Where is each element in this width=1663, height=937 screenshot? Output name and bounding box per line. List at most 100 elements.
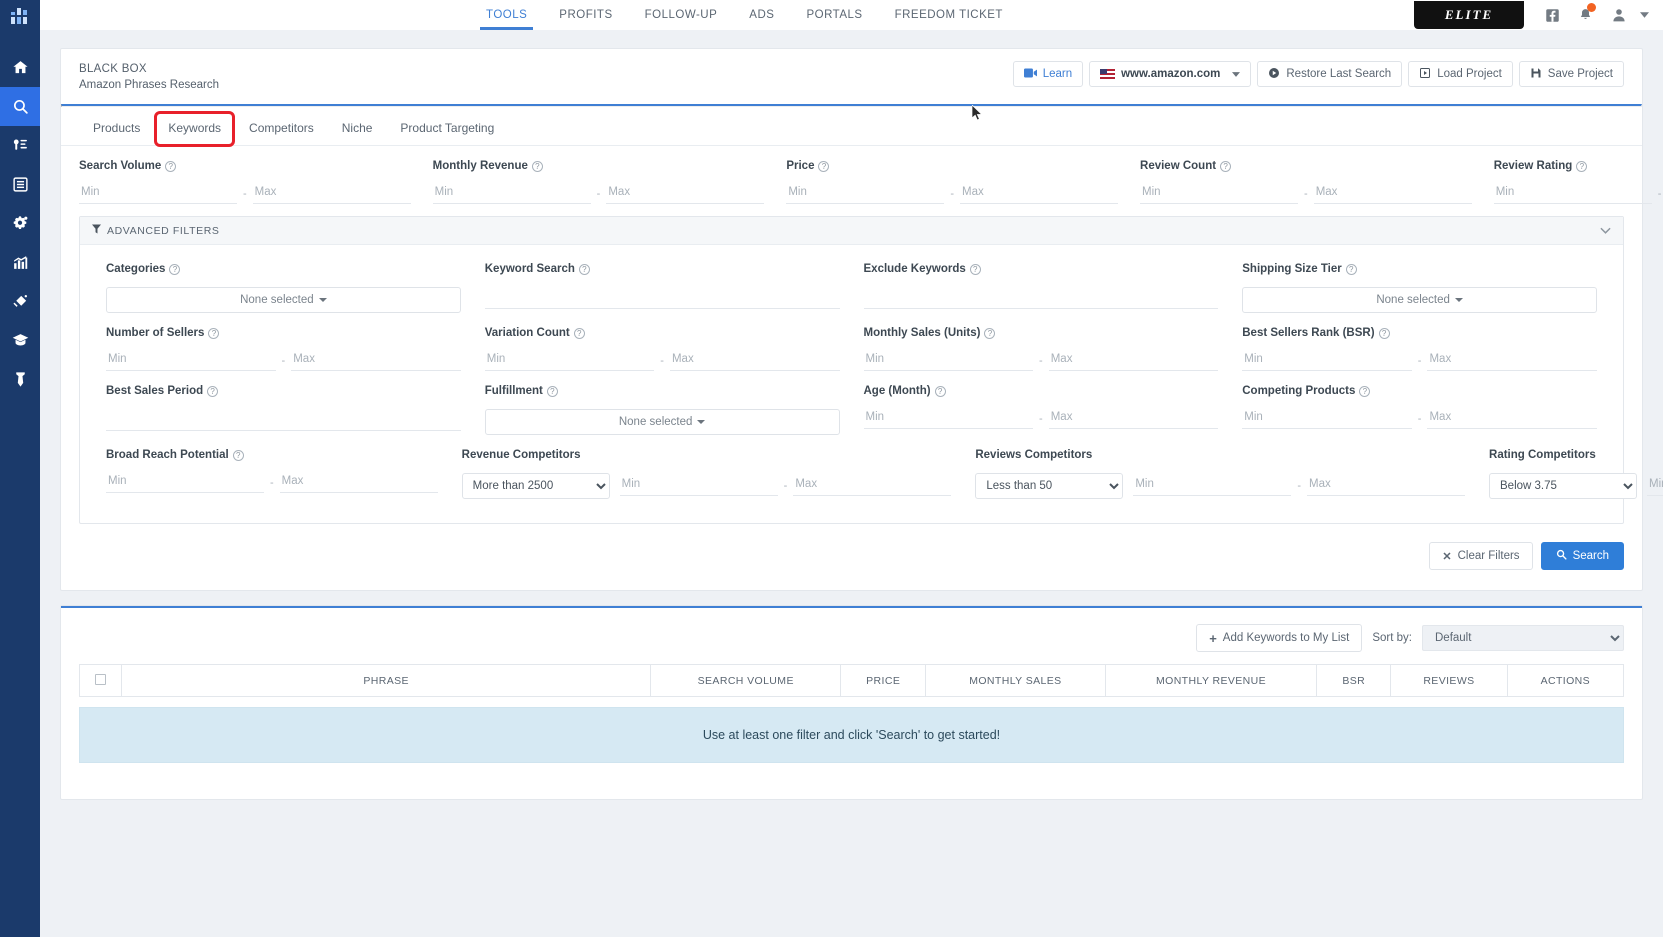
sidebar-item-pinned[interactable] [0,360,40,399]
min-input[interactable] [485,351,655,371]
min-input[interactable] [1242,351,1412,371]
column-price[interactable]: PRICE [841,665,926,697]
help-icon[interactable]: ? [1346,264,1357,275]
clear-filters-button[interactable]: ✕ Clear Filters [1429,542,1532,570]
min-input[interactable] [1140,184,1298,204]
max-input[interactable] [1314,184,1472,204]
sidebar-item-marketing[interactable] [0,282,40,321]
facebook-icon[interactable] [1545,8,1560,23]
min-input[interactable] [864,409,1034,429]
user-avatar-icon[interactable] [1611,7,1627,23]
column-phrase[interactable]: PHRASE [122,665,651,697]
rating-competitors-select[interactable]: Below 3.75 [1489,473,1637,499]
min-input[interactable] [864,351,1034,371]
column-search-volume[interactable]: SEARCH VOLUME [651,665,841,697]
max-input[interactable] [1307,476,1465,496]
help-icon[interactable]: ? [169,264,180,275]
min-input[interactable] [620,476,778,496]
help-icon[interactable]: ? [1220,161,1231,172]
column-reviews[interactable]: REVIEWS [1391,665,1507,697]
min-input[interactable] [106,473,264,493]
revenue-competitors-select[interactable]: More than 2500 [462,473,610,499]
select-all-checkbox[interactable] [95,674,106,685]
select-all-header[interactable] [80,665,122,697]
nav-item-profits[interactable]: PROFITS [543,0,628,30]
help-icon[interactable]: ? [532,161,543,172]
tab-product-targeting[interactable]: Product Targeting [386,117,508,145]
help-icon[interactable]: ? [935,386,946,397]
sort-by-select[interactable]: Default [1422,625,1624,651]
save-project-button[interactable]: Save Project [1519,61,1624,87]
marketplace-selector[interactable]: www.amazon.com [1089,61,1251,87]
load-project-button[interactable]: Load Project [1408,61,1513,87]
keyword-search-input[interactable] [485,289,840,309]
chevron-down-icon[interactable] [1600,225,1611,237]
help-icon[interactable]: ? [970,264,981,275]
min-input[interactable] [1494,184,1652,204]
tab-competitors[interactable]: Competitors [235,117,328,145]
nav-item-ads[interactable]: ADS [733,0,790,30]
tab-products[interactable]: Products [79,117,154,145]
tab-keywords[interactable]: Keywords [154,117,235,145]
max-input[interactable] [280,473,438,493]
sidebar-item-keywords[interactable] [0,126,40,165]
learn-button[interactable]: Learn [1013,61,1083,87]
help-icon[interactable]: ? [579,264,590,275]
column-monthly-revenue[interactable]: MONTHLY REVENUE [1105,665,1317,697]
min-input[interactable] [1647,476,1663,496]
max-input[interactable] [670,351,840,371]
bar-chart-logo-icon[interactable] [0,0,40,32]
sidebar-item-home[interactable] [0,48,40,87]
sidebar-item-settings[interactable] [0,204,40,243]
min-input[interactable] [1133,476,1291,496]
nav-item-follow-up[interactable]: FOLLOW-UP [629,0,734,30]
search-button[interactable]: Search [1541,542,1624,570]
min-input[interactable] [79,184,237,204]
help-icon[interactable]: ? [984,328,995,339]
help-icon[interactable]: ? [547,386,558,397]
sidebar-item-listings[interactable] [0,165,40,204]
min-input[interactable] [1242,409,1412,429]
nav-item-portals[interactable]: PORTALS [790,0,878,30]
bell-icon[interactable] [1578,7,1593,23]
min-input[interactable] [106,351,276,371]
max-input[interactable] [291,351,461,371]
nav-item-freedom-ticket[interactable]: FREEDOM TICKET [879,0,1019,30]
nav-item-tools[interactable]: TOOLS [470,0,543,30]
help-icon[interactable]: ? [1379,328,1390,339]
sidebar-item-analytics[interactable] [0,243,40,282]
shipping-size-tier-select[interactable]: None selected [1242,287,1597,313]
max-input[interactable] [1427,351,1597,371]
column-monthly-sales[interactable]: MONTHLY SALES [926,665,1106,697]
tab-niche[interactable]: Niche [328,117,387,145]
help-icon[interactable]: ? [574,328,585,339]
elite-badge[interactable]: ELITE [1414,1,1524,29]
categories-select[interactable]: None selected [106,287,461,313]
add-keywords-to-my-list-button[interactable]: + Add Keywords to My List [1196,624,1362,652]
min-input[interactable] [433,184,591,204]
reviews-competitors-select[interactable]: Less than 50 [975,473,1123,499]
best-sales-period-input[interactable] [106,411,461,431]
help-icon[interactable]: ? [1359,386,1370,397]
fulfillment-select[interactable]: None selected [485,409,840,435]
sidebar-item-search[interactable] [0,87,40,126]
restore-last-search-button[interactable]: Restore Last Search [1257,61,1402,87]
help-icon[interactable]: ? [818,161,829,172]
help-icon[interactable]: ? [207,386,218,397]
help-icon[interactable]: ? [208,328,219,339]
max-input[interactable] [1049,351,1219,371]
advanced-filters-header[interactable]: ADVANCED FILTERS [80,217,1623,245]
min-input[interactable] [786,184,944,204]
chevron-down-icon[interactable] [1640,12,1649,18]
max-input[interactable] [960,184,1118,204]
exclude-keywords-input[interactable] [864,289,1219,309]
max-input[interactable] [793,476,951,496]
help-icon[interactable]: ? [233,450,244,461]
max-input[interactable] [606,184,764,204]
help-icon[interactable]: ? [1576,161,1587,172]
column-bsr[interactable]: BSR [1317,665,1391,697]
max-input[interactable] [253,184,411,204]
max-input[interactable] [1427,409,1597,429]
column-actions[interactable]: ACTIONS [1507,665,1623,697]
help-icon[interactable]: ? [165,161,176,172]
